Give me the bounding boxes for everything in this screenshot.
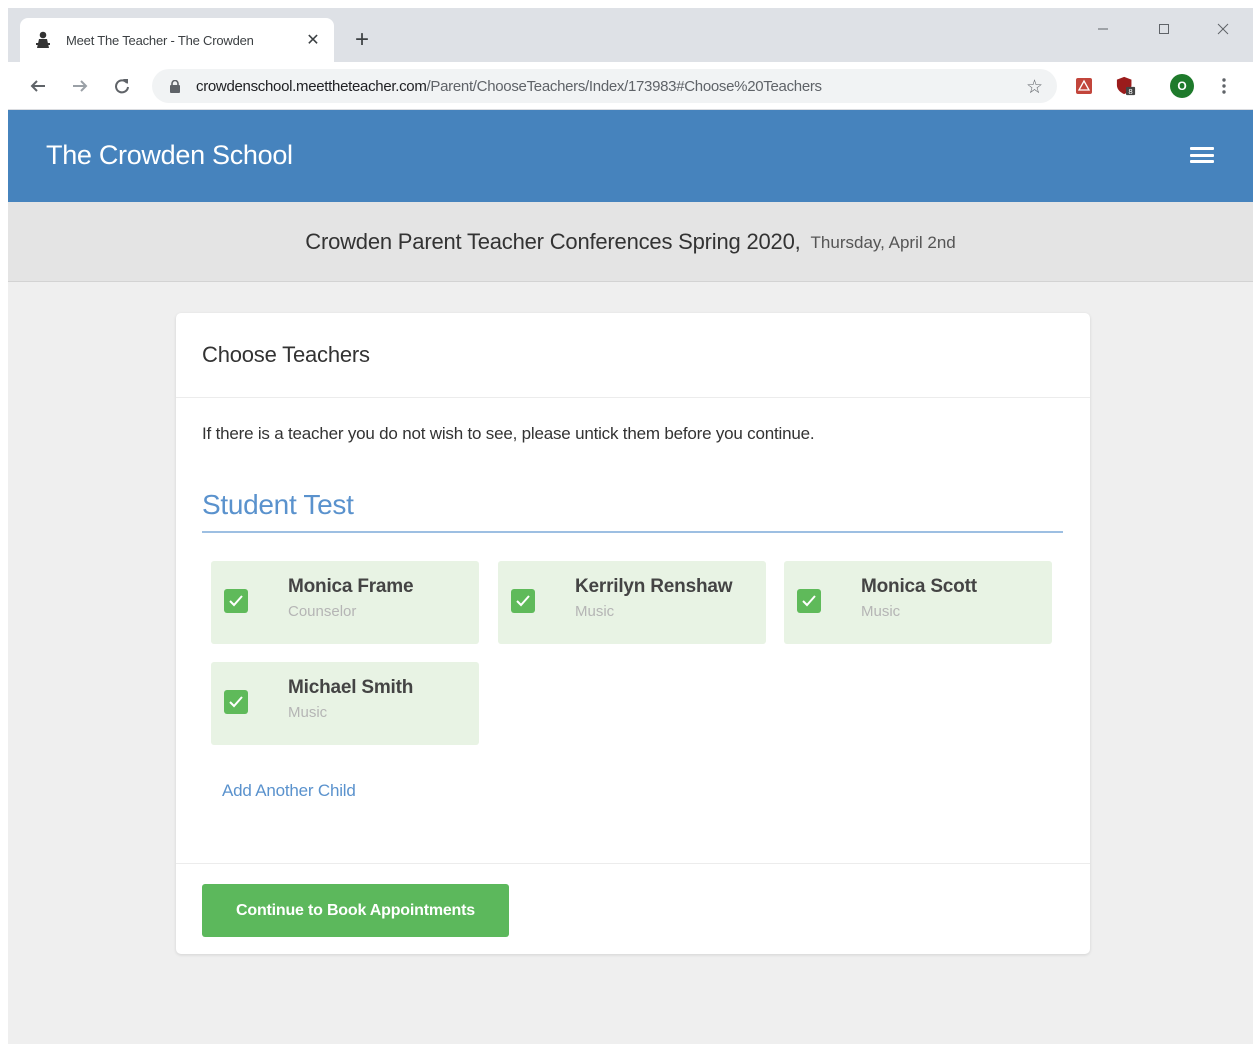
shield-extension-icon[interactable]: 8 [1116, 76, 1136, 96]
minimize-icon[interactable] [1073, 14, 1133, 44]
reload-icon[interactable] [108, 72, 136, 100]
card-title: Choose Teachers [202, 342, 370, 367]
school-name[interactable]: The Crowden School [46, 140, 293, 171]
tab-close-icon[interactable]: ✕ [304, 31, 322, 49]
teacher-subject: Music [861, 603, 901, 620]
lock-icon [168, 79, 182, 93]
add-another-child-link[interactable]: Add Another Child [222, 781, 356, 801]
url-host: crowdenschool.meettheteacher.com [196, 77, 427, 95]
more-menu-icon[interactable] [1216, 72, 1232, 100]
back-arrow-icon[interactable] [24, 72, 52, 100]
teacher-option[interactable]: Michael Smith Music [211, 662, 479, 745]
teacher-subject: Counselor [288, 603, 357, 620]
new-tab-button[interactable]: + [348, 26, 376, 54]
maximize-icon[interactable] [1134, 14, 1194, 44]
site-header: The Crowden School [8, 110, 1253, 202]
forward-arrow-icon[interactable] [66, 72, 94, 100]
hamburger-menu-icon[interactable] [1189, 144, 1215, 166]
continue-button[interactable]: Continue to Book Appointments [202, 884, 509, 937]
teacher-option[interactable]: Monica Frame Counselor [211, 561, 479, 644]
teacher-subject: Music [575, 603, 615, 620]
instructions-text: If there is a teacher you do not wish to… [202, 424, 815, 443]
student-name: Student Test [202, 489, 354, 520]
address-bar[interactable]: crowdenschool.meettheteacher.com/Parent/… [152, 69, 1057, 103]
pdf-extension-icon[interactable] [1074, 76, 1094, 96]
close-window-icon[interactable] [1193, 14, 1253, 44]
url-text: crowdenschool.meettheteacher.com/Parent/… [196, 78, 822, 95]
url-path: /Parent/ChooseTeachers/Index/173983#Choo… [426, 77, 823, 95]
browser-toolbar: crowdenschool.meettheteacher.com/Parent/… [8, 62, 1253, 110]
event-date: Thursday, April 2nd [810, 233, 956, 252]
tab-strip: Meet The Teacher - The Crowden ✕ + [8, 8, 1253, 62]
event-name: Crowden Parent Teacher Conferences Sprin… [305, 228, 801, 254]
checkbox-checked-icon[interactable] [224, 589, 248, 613]
card-header: Choose Teachers [176, 313, 1090, 398]
svg-text:8: 8 [1128, 87, 1133, 96]
browser-tab[interactable]: Meet The Teacher - The Crowden ✕ [20, 18, 334, 62]
checkbox-checked-icon[interactable] [224, 690, 248, 714]
card-footer: Continue to Book Appointments [176, 863, 1090, 954]
checkbox-checked-icon[interactable] [797, 589, 821, 613]
tab-title: Meet The Teacher - The Crowden [66, 32, 254, 48]
teacher-name: Michael Smith [288, 677, 414, 698]
teacher-option[interactable]: Monica Scott Music [784, 561, 1052, 644]
teacher-favicon-icon [34, 31, 52, 49]
teacher-subject: Music [288, 704, 328, 721]
teacher-name: Kerrilyn Renshaw [575, 576, 733, 597]
checkbox-checked-icon[interactable] [511, 589, 535, 613]
teacher-name: Monica Scott [861, 576, 977, 597]
event-bar: Crowden Parent Teacher Conferences Sprin… [8, 202, 1253, 282]
bookmark-star-icon[interactable]: ☆ [1026, 76, 1043, 99]
teacher-option[interactable]: Kerrilyn Renshaw Music [498, 561, 766, 644]
teacher-name: Monica Frame [288, 576, 414, 597]
window-edge [0, 0, 8, 1044]
browser-window: Meet The Teacher - The Crowden ✕ + crowd… [8, 8, 1253, 1044]
student-divider [202, 531, 1063, 533]
profile-avatar[interactable]: O [1170, 74, 1194, 98]
choose-teachers-card: Choose Teachers If there is a teacher yo… [176, 313, 1090, 954]
